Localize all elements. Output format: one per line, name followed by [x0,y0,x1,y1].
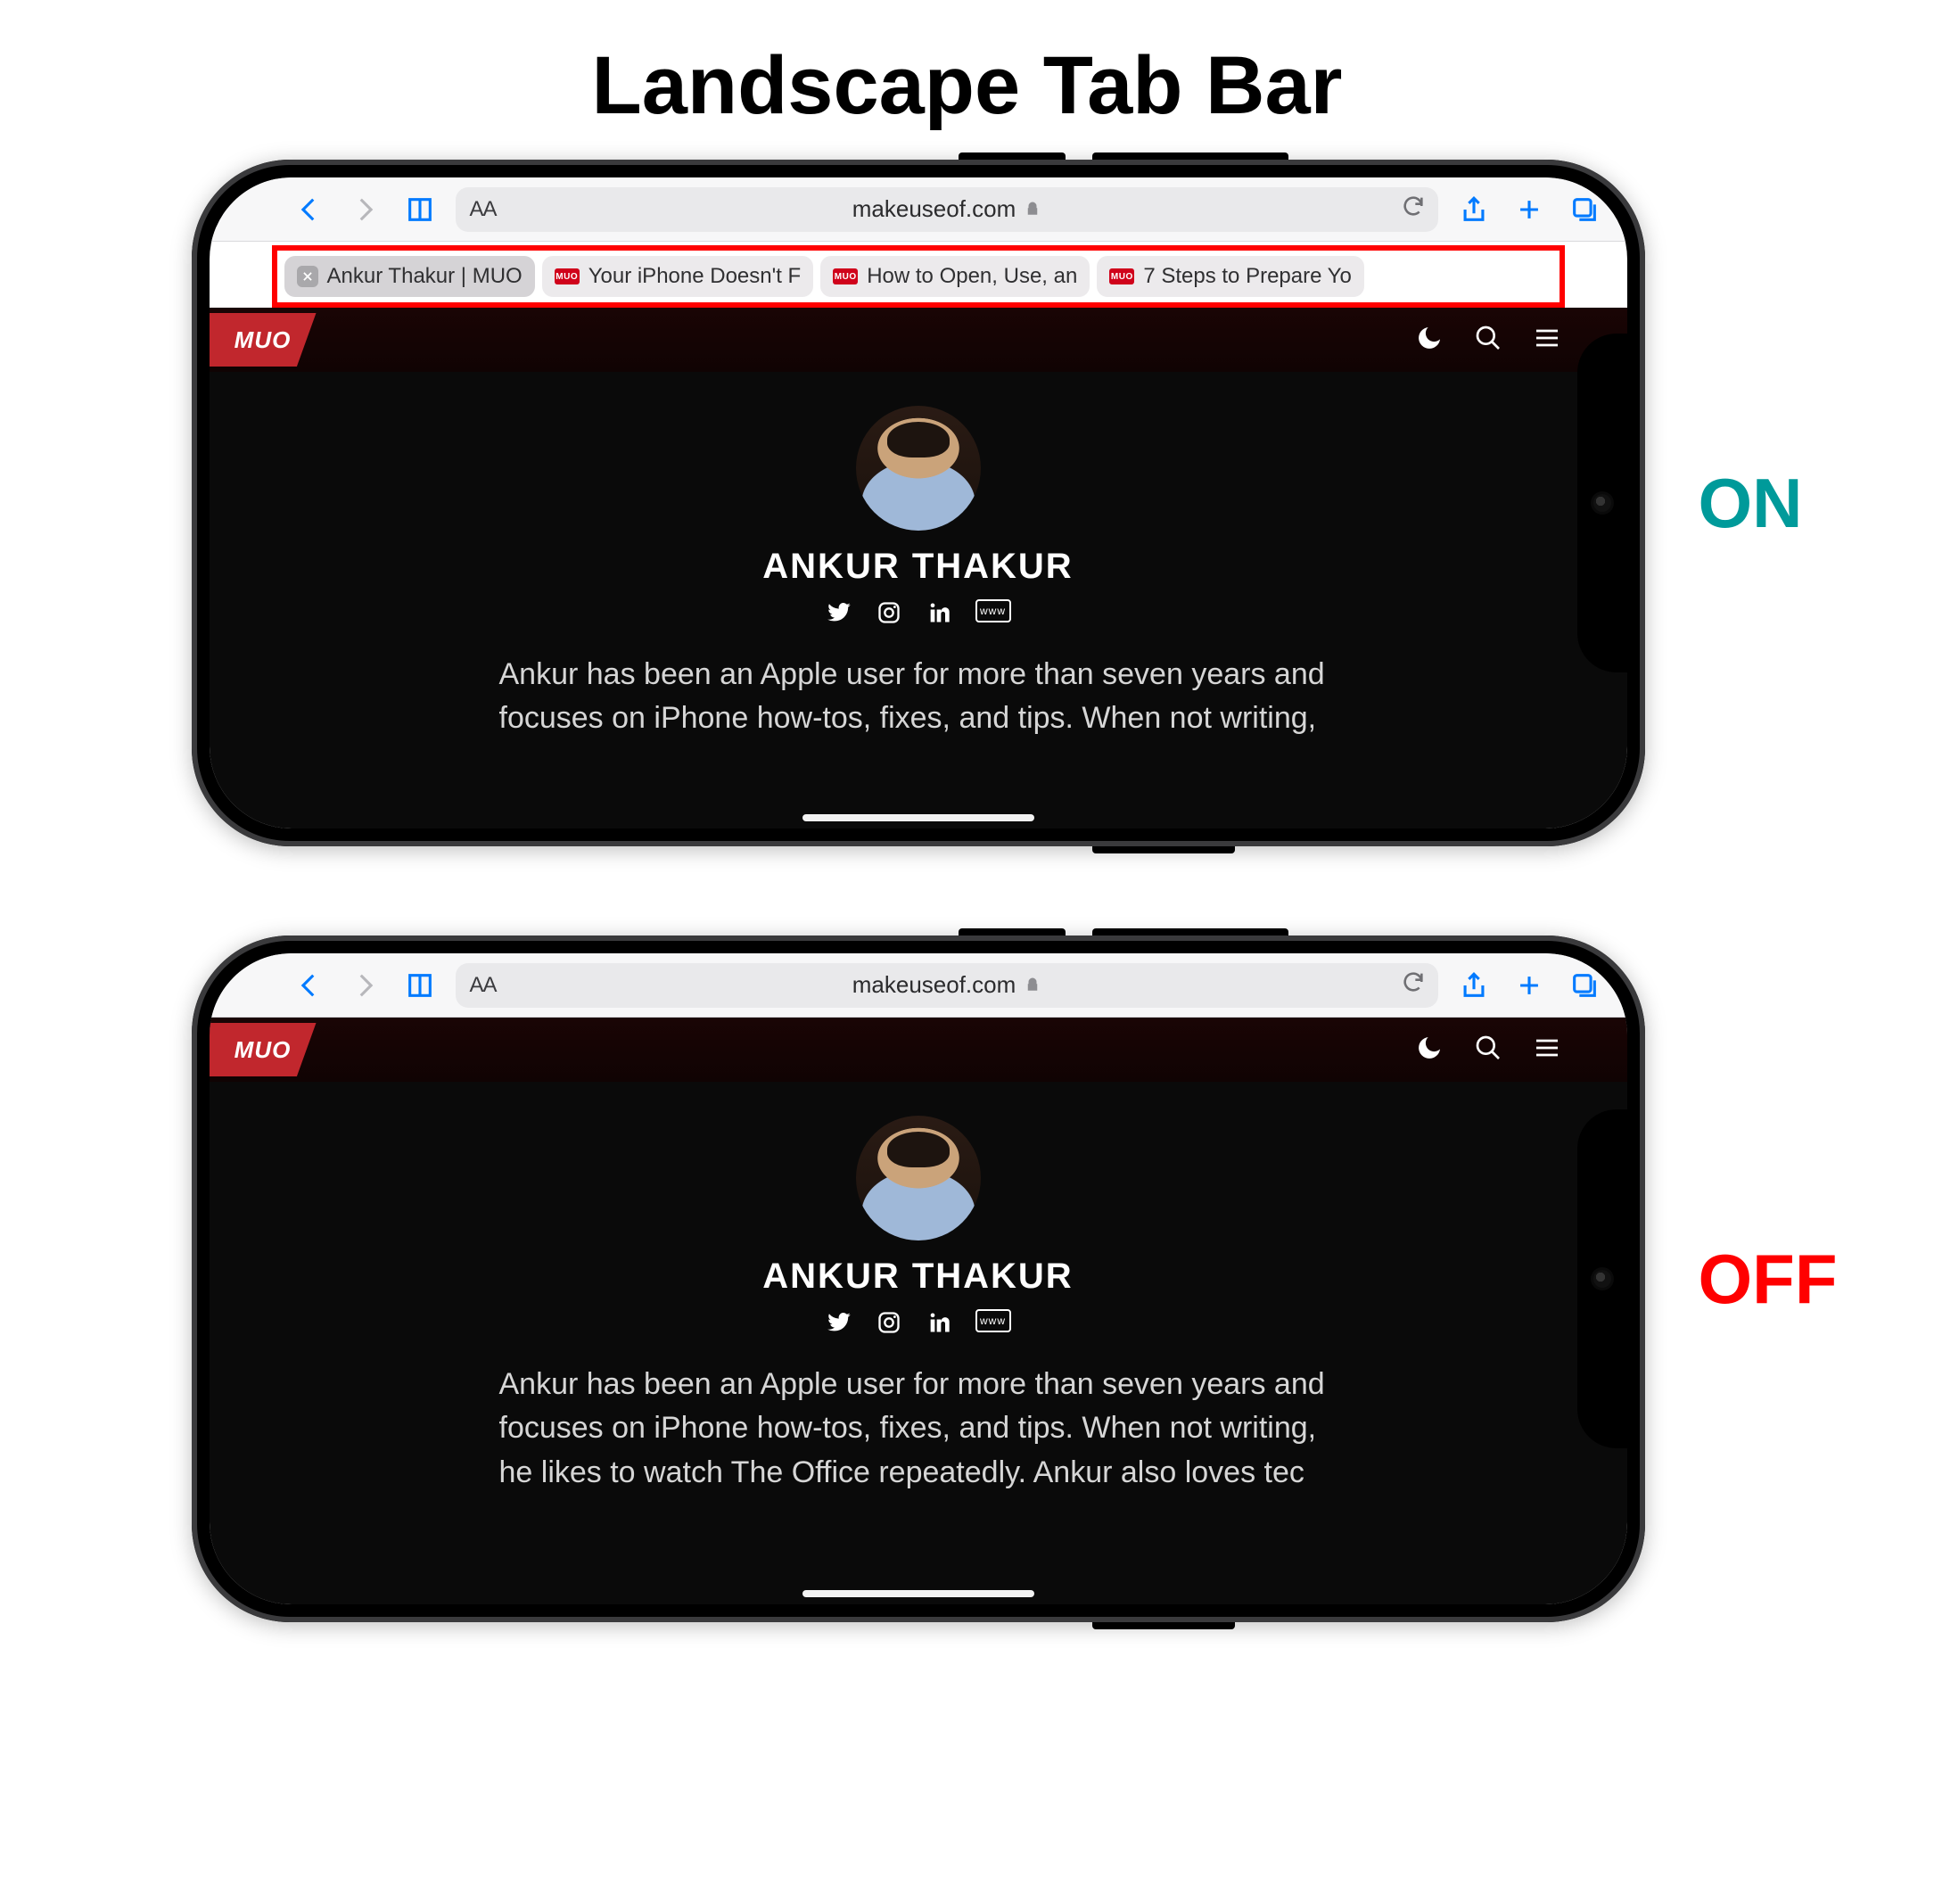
menu-icon[interactable] [1533,324,1561,357]
home-indicator [802,814,1034,821]
comparison-row-on: AA makeuseof.com [0,160,1934,846]
bookmarks-button[interactable] [400,190,440,229]
text-size-button[interactable]: AA [470,973,497,998]
new-tab-button[interactable] [1510,966,1549,1005]
linkedin-icon[interactable] [926,599,952,626]
bookmarks-button[interactable] [400,966,440,1005]
tab-bar-highlight-box: Ankur Thakur | MUO MUO Your iPhone Doesn… [272,245,1565,308]
home-indicator [802,1590,1034,1597]
tab-label: 7 Steps to Prepare Yo [1143,264,1352,289]
author-avatar [856,1116,981,1240]
safari-toolbar: AA makeuseof.com [210,177,1627,242]
favicon-muo-icon: MUO [555,268,580,284]
web-content: MUO ANKUR THAKUR www [210,1018,1627,1604]
site-header: MUO [210,308,1627,372]
phone-notch [1577,1109,1627,1448]
linkedin-icon[interactable] [926,1309,952,1336]
instagram-icon[interactable] [876,1309,902,1336]
phone-mockup-off: AA makeuseof.com [192,936,1645,1622]
phone-mockup-on: AA makeuseof.com [192,160,1645,846]
reload-button[interactable] [1401,194,1426,225]
state-label-off: OFF [1699,1239,1930,1320]
lock-icon [1025,195,1041,223]
back-button[interactable] [290,966,329,1005]
author-avatar [856,406,981,531]
author-name: ANKUR THAKUR [210,1257,1627,1297]
tab-label: Your iPhone Doesn't F [588,264,802,289]
close-tab-icon[interactable] [297,266,318,287]
address-text: makeuseof.com [852,971,1016,999]
safari-toolbar: AA makeuseof.com [210,953,1627,1018]
address-bar[interactable]: AA makeuseof.com [456,963,1438,1008]
site-logo[interactable]: MUO [210,1023,317,1076]
instagram-icon[interactable] [876,599,902,626]
tab-item[interactable]: MUO 7 Steps to Prepare Yo [1097,256,1364,297]
tab-item[interactable]: MUO How to Open, Use, an [820,256,1090,297]
dark-mode-icon[interactable] [1415,1034,1444,1067]
share-button[interactable] [1454,190,1494,229]
back-button[interactable] [290,190,329,229]
address-bar[interactable]: AA makeuseof.com [456,187,1438,232]
reload-button[interactable] [1401,969,1426,1001]
favicon-muo-icon: MUO [1109,268,1134,284]
site-header: MUO [210,1018,1627,1082]
tab-active[interactable]: Ankur Thakur | MUO [284,256,535,297]
web-content: MUO ANKUR THAKUR www [210,308,1627,828]
tabs-button[interactable] [1565,966,1604,1005]
favicon-muo-icon: MUO [833,268,858,284]
tab-bar: Ankur Thakur | MUO MUO Your iPhone Doesn… [277,251,1560,302]
search-icon[interactable] [1474,324,1502,357]
dark-mode-icon[interactable] [1415,324,1444,357]
tab-label: Ankur Thakur | MUO [327,264,523,289]
search-icon[interactable] [1474,1034,1502,1067]
social-links: www [210,1309,1627,1336]
comparison-row-off: AA makeuseof.com [0,936,1934,1622]
tabs-button[interactable] [1565,190,1604,229]
website-icon[interactable]: www [975,599,1011,622]
lock-icon [1025,971,1041,999]
tab-label: How to Open, Use, an [867,264,1077,289]
menu-icon[interactable] [1533,1034,1561,1067]
address-text: makeuseof.com [852,195,1016,223]
state-label-on: ON [1699,463,1930,544]
twitter-icon[interactable] [826,599,852,626]
phone-notch [1577,334,1627,672]
page-title: Landscape Tab Bar [0,0,1934,160]
author-bio: Ankur has been an Apple user for more th… [481,653,1355,741]
tab-item[interactable]: MUO Your iPhone Doesn't F [542,256,814,297]
website-icon[interactable]: www [975,1309,1011,1332]
author-bio: Ankur has been an Apple user for more th… [481,1363,1355,1495]
new-tab-button[interactable] [1510,190,1549,229]
author-name: ANKUR THAKUR [210,547,1627,587]
forward-button[interactable] [345,966,384,1005]
share-button[interactable] [1454,966,1494,1005]
twitter-icon[interactable] [826,1309,852,1336]
forward-button[interactable] [345,190,384,229]
text-size-button[interactable]: AA [470,197,497,222]
site-logo[interactable]: MUO [210,313,317,367]
social-links: www [210,599,1627,626]
